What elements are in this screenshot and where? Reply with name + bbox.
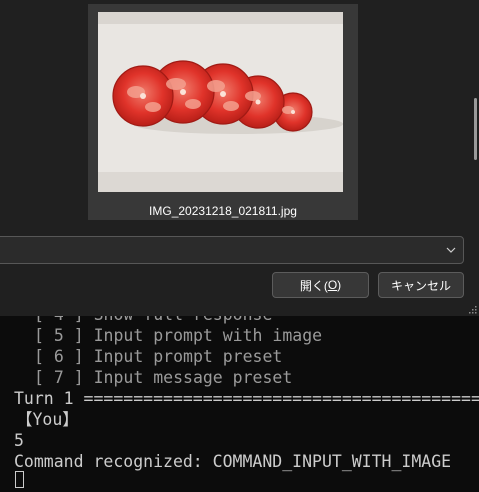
open-button-label-end: ) [337,278,342,292]
file-open-dialog: IMG_20231218_021811.jpg 開く(O) キャンセル [0,0,479,316]
filename-combobox[interactable] [0,236,464,264]
thumbnail-filename: IMG_20231218_021811.jpg [149,204,297,218]
file-thumbnail-item[interactable]: IMG_20231218_021811.jpg [88,4,358,220]
cancel-button-label: キャンセル [390,278,451,293]
open-button[interactable]: 開く(O) [272,272,369,298]
terminal-turn-line: Turn 1 =================================… [14,389,479,408]
terminal-menu-item-partial: [ 4 ] Show full response [34,316,272,325]
open-button-label: 開く( [299,278,328,293]
terminal-speaker-label: 【You】 [16,410,79,429]
terminal-user-input: 5 [14,431,24,450]
terminal-cursor [15,471,24,488]
terminal-status-line: Command recognized: COMMAND_INPUT_WITH_I… [14,452,452,471]
tomato-slices-image [98,12,343,192]
open-button-accesskey: O [327,278,338,292]
vertical-scrollbar-thumb[interactable] [474,98,477,160]
terminal-menu-item: [ 7 ] Input message preset [34,368,293,387]
image-thumbnail [98,12,343,192]
terminal-menu-item: [ 5 ] Input prompt with image [34,326,323,345]
terminal-menu-item: [ 6 ] Input prompt preset [34,347,283,366]
chevron-down-icon[interactable] [445,244,457,256]
terminal-window[interactable]: [ 4 ] Show full response [ 5 ] Input pro… [0,316,479,492]
cancel-button[interactable]: キャンセル [378,272,464,298]
resize-grip-icon[interactable] [467,304,477,314]
